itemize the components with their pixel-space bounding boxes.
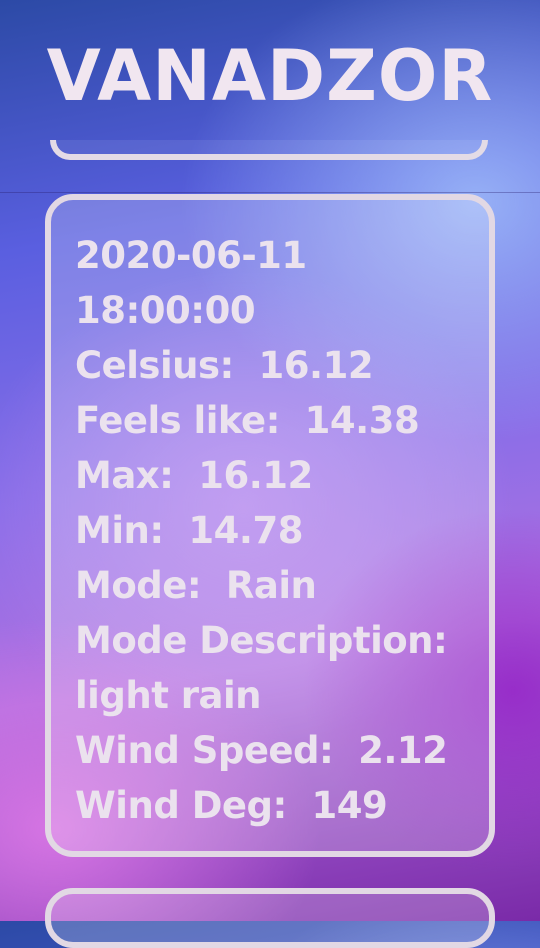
forecast-date: 2020-06-11 bbox=[75, 234, 307, 277]
city-title: VANADZOR bbox=[46, 35, 494, 117]
next-forecast-card[interactable] bbox=[45, 888, 495, 948]
header: VANADZOR bbox=[0, 0, 540, 192]
wind-deg-value: Wind Deg: 149 bbox=[75, 784, 388, 827]
mode-value: Mode: Rain bbox=[75, 564, 317, 607]
wind-speed-value: Wind Speed: 2.12 bbox=[75, 729, 448, 772]
celsius-value: Celsius: 16.12 bbox=[75, 344, 374, 387]
feels-like-value: Feels like: 14.38 bbox=[75, 399, 420, 442]
mode-description-label: Mode Description: bbox=[75, 619, 448, 662]
forecast-time: 18:00:00 bbox=[75, 289, 256, 332]
forecast-card[interactable]: 2020-06-11 18:00:00 Celsius: 16.12 Feels… bbox=[45, 194, 495, 857]
header-divider bbox=[0, 192, 540, 193]
min-temp-value: Min: 14.78 bbox=[75, 509, 303, 552]
mode-description-value: light rain bbox=[75, 674, 262, 717]
max-temp-value: Max: 16.12 bbox=[75, 454, 313, 497]
previous-card-edge[interactable] bbox=[50, 140, 488, 160]
